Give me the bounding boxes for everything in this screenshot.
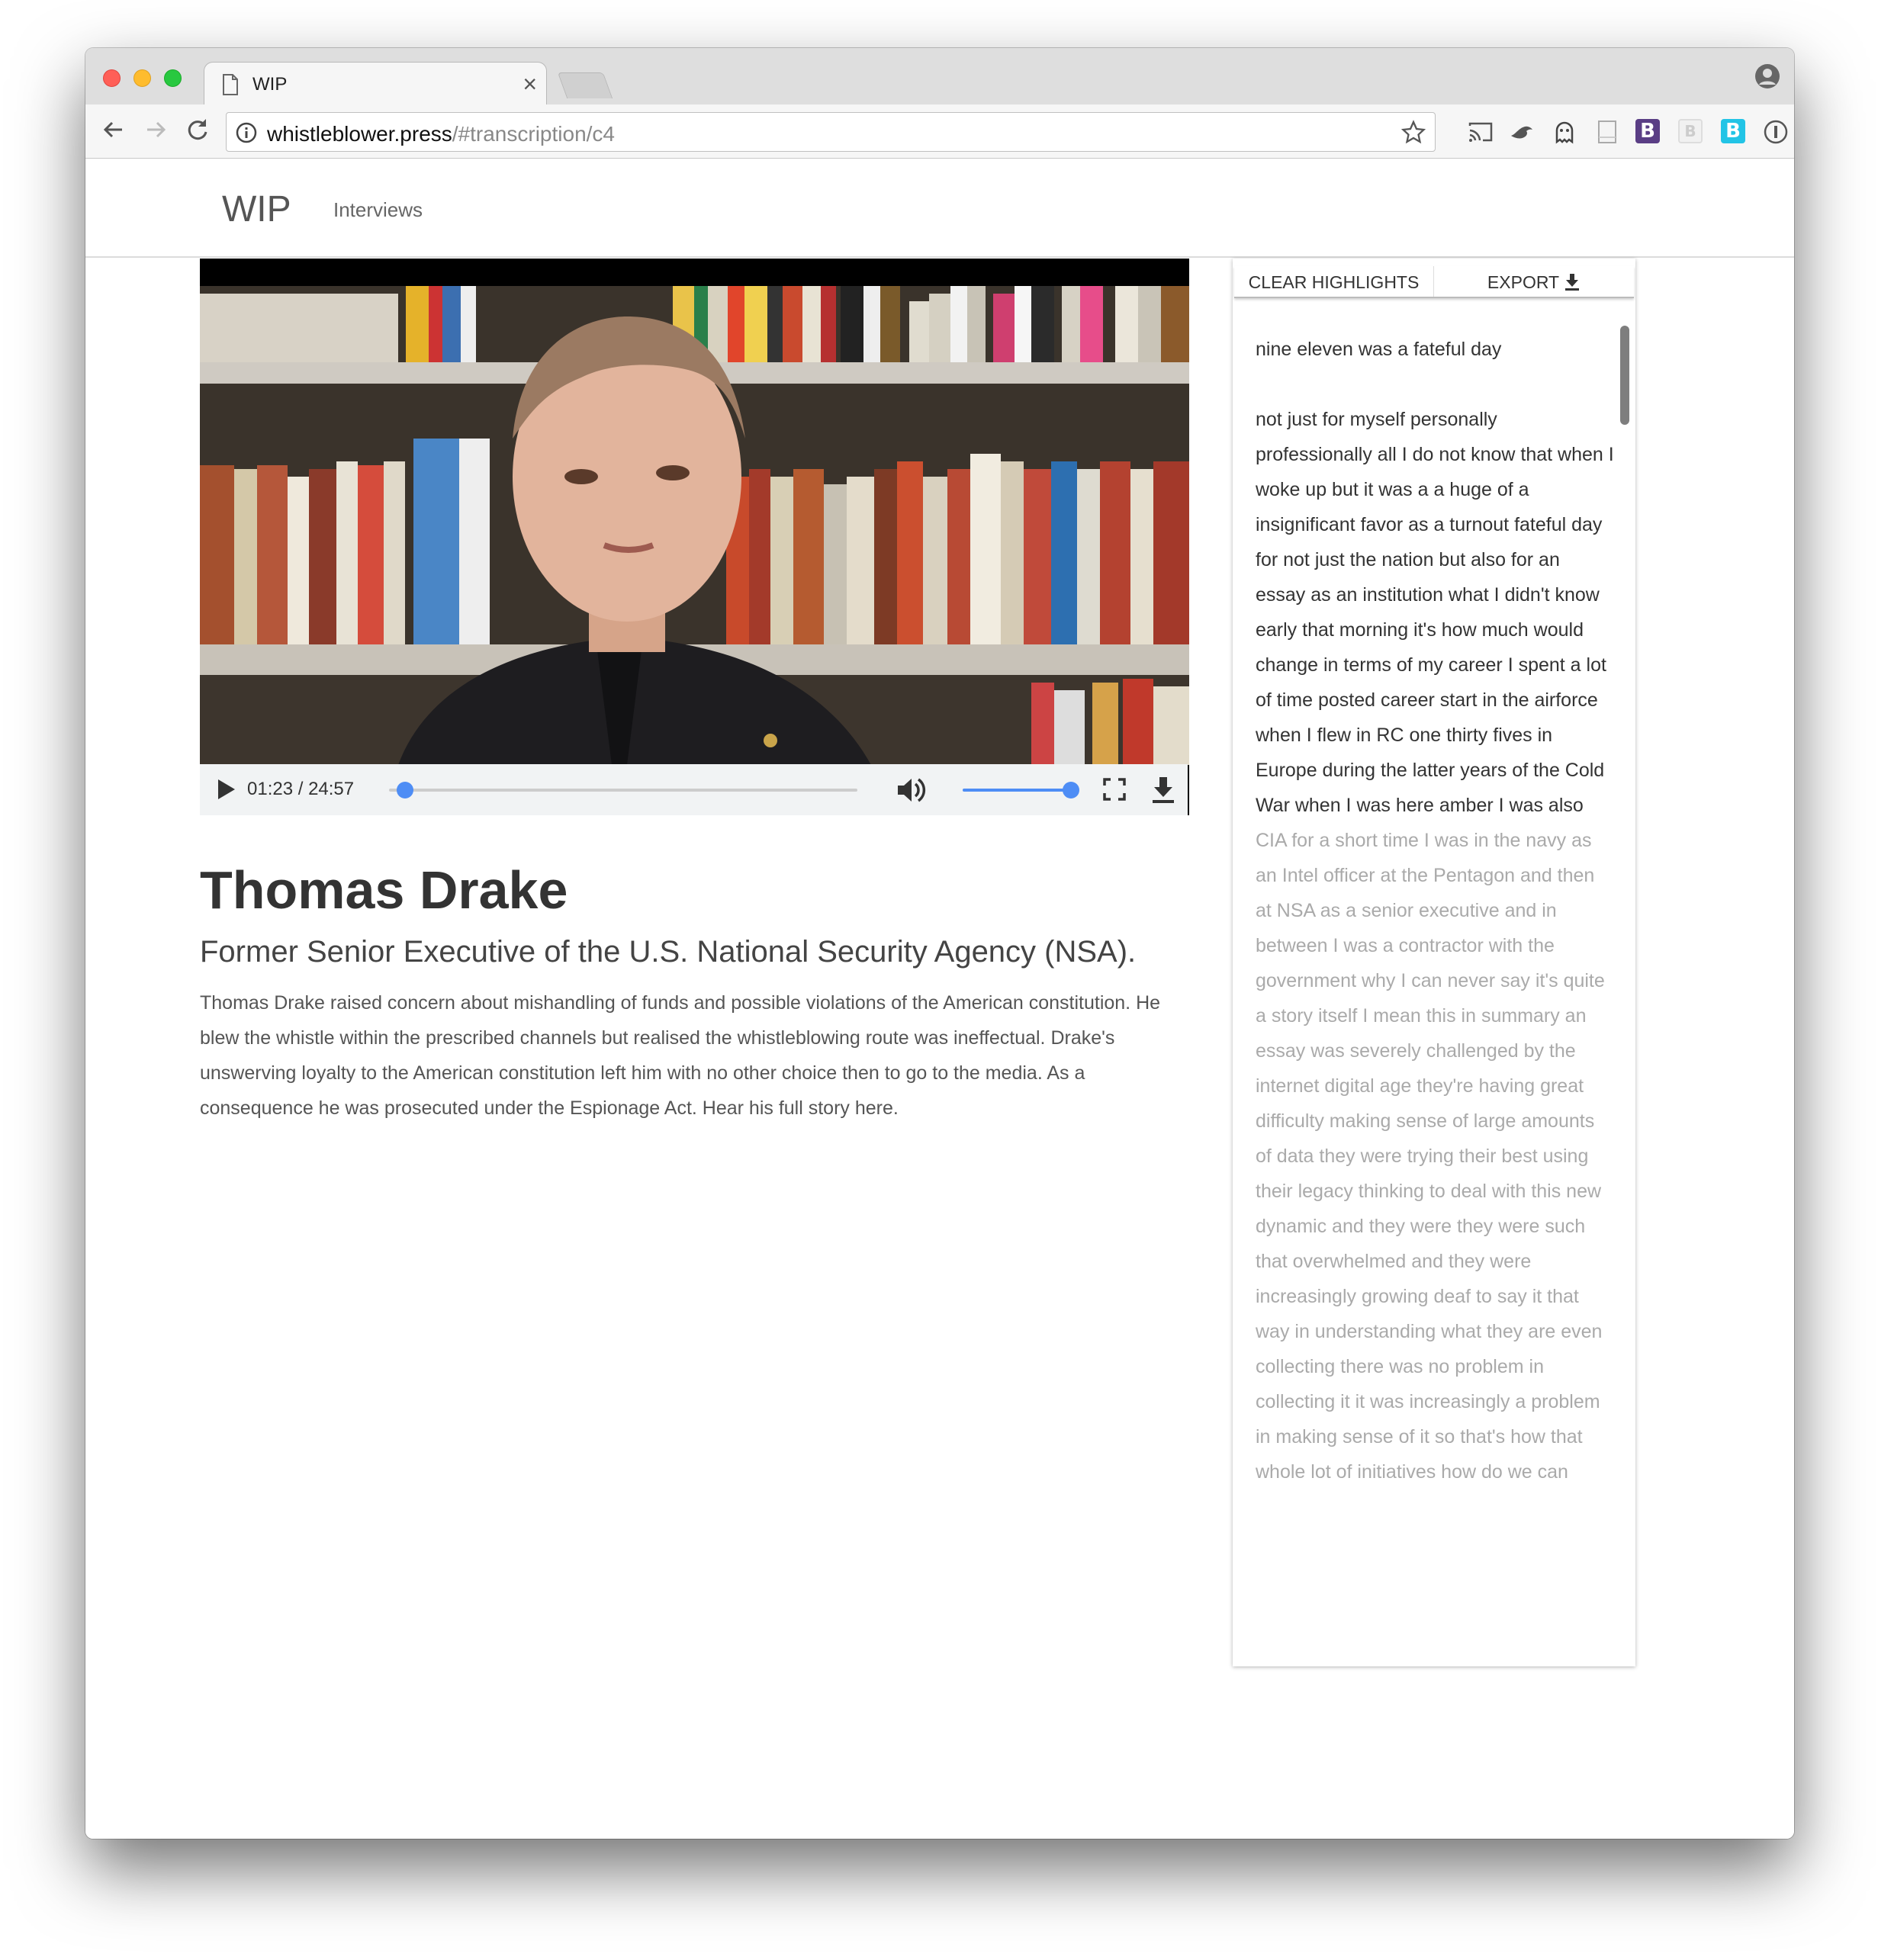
url-host: whistleblower.press [267,122,452,146]
transcript-text[interactable]: nine eleven was a fateful day not just f… [1256,332,1614,1489]
transcript-scrollbar[interactable] [1620,326,1629,425]
seek-slider-thumb[interactable] [397,782,414,798]
download-icon[interactable] [1150,775,1176,804]
url-path: /#transcription/c4 [452,122,615,146]
b-cyan-icon[interactable]: B [1721,119,1745,143]
export-label: EXPORT [1487,272,1560,292]
transcript-spoken[interactable]: not just for myself personally professio… [1256,409,1614,816]
new-tab-button[interactable] [557,72,613,98]
transcript-first-line[interactable]: nine eleven was a fateful day [1256,339,1501,360]
transcript-actions: CLEAR HIGHLIGHTS EXPORT [1234,266,1634,298]
ghost-icon[interactable] [1552,119,1577,145]
seek-slider[interactable] [389,782,857,798]
video-frame[interactable] [200,286,1189,765]
b-outline-icon[interactable]: B [1678,119,1703,143]
reload-icon[interactable] [183,115,212,144]
document-icon[interactable] [1594,119,1620,145]
interviewee-bio: Thomas Drake raised concern about mishan… [200,992,1161,1119]
volume-slider-thumb[interactable] [1063,782,1079,798]
browser-toolbar: whistleblower.press/#transcription/c4 B … [85,104,1794,159]
page-icon [223,74,238,95]
transcript-panel: CLEAR HIGHLIGHTS EXPORT nine eleven was … [1233,259,1635,1666]
transcript-upcoming[interactable]: CIA for a short time I was in the navy a… [1256,830,1605,1483]
url-text: whistleblower.press/#transcription/c4 [267,122,615,146]
nav-link-interviews[interactable]: Interviews [333,198,423,222]
tab-title: WIP [252,74,288,95]
onepassword-icon[interactable] [1763,119,1789,145]
back-icon[interactable] [99,115,128,144]
download-icon [1565,274,1580,291]
video-still-image [200,286,1189,765]
browser-window: WIP × whistleblower.press/#transcription… [85,48,1794,1839]
play-icon[interactable] [214,776,238,802]
web-page: WIP Interviews 01:23 / 24:57 Thomas Drak… [85,159,1794,1839]
volume-slider-fill [963,789,1071,792]
zoom-window-button[interactable] [164,69,182,87]
video-player[interactable]: 01:23 / 24:57 [200,259,1189,815]
info-icon[interactable] [236,122,257,143]
site-navbar: WIP Interviews [85,159,1794,258]
cast-icon[interactable] [1468,119,1494,145]
fullscreen-icon[interactable] [1102,777,1127,802]
address-bar[interactable]: whistleblower.press/#transcription/c4 [226,112,1436,152]
video-controls: 01:23 / 24:57 [200,764,1188,815]
bird-icon[interactable] [1509,119,1535,145]
forward-icon[interactable] [141,115,170,144]
volume-icon[interactable] [896,775,928,805]
interviewee-role: Former Senior Executive of the U.S. Nati… [200,935,1137,969]
tab-strip: WIP × [85,48,1794,106]
site-brand[interactable]: WIP [222,188,291,230]
interviewee-name: Thomas Drake [200,860,568,920]
tab-close-icon[interactable]: × [523,69,537,98]
time-display: 01:23 / 24:57 [247,779,355,799]
b-badge-icon[interactable]: B [1635,119,1660,143]
export-button[interactable]: EXPORT [1434,266,1634,297]
volume-slider[interactable] [963,782,1079,798]
minimize-window-button[interactable] [133,69,151,87]
clear-highlights-label: CLEAR HIGHLIGHTS [1248,272,1420,292]
profile-icon[interactable] [1754,63,1780,89]
bookmark-star-icon[interactable] [1401,120,1426,144]
browser-tab[interactable]: WIP × [204,62,547,106]
close-window-button[interactable] [103,69,121,87]
clear-highlights-button[interactable]: CLEAR HIGHLIGHTS [1234,266,1434,297]
